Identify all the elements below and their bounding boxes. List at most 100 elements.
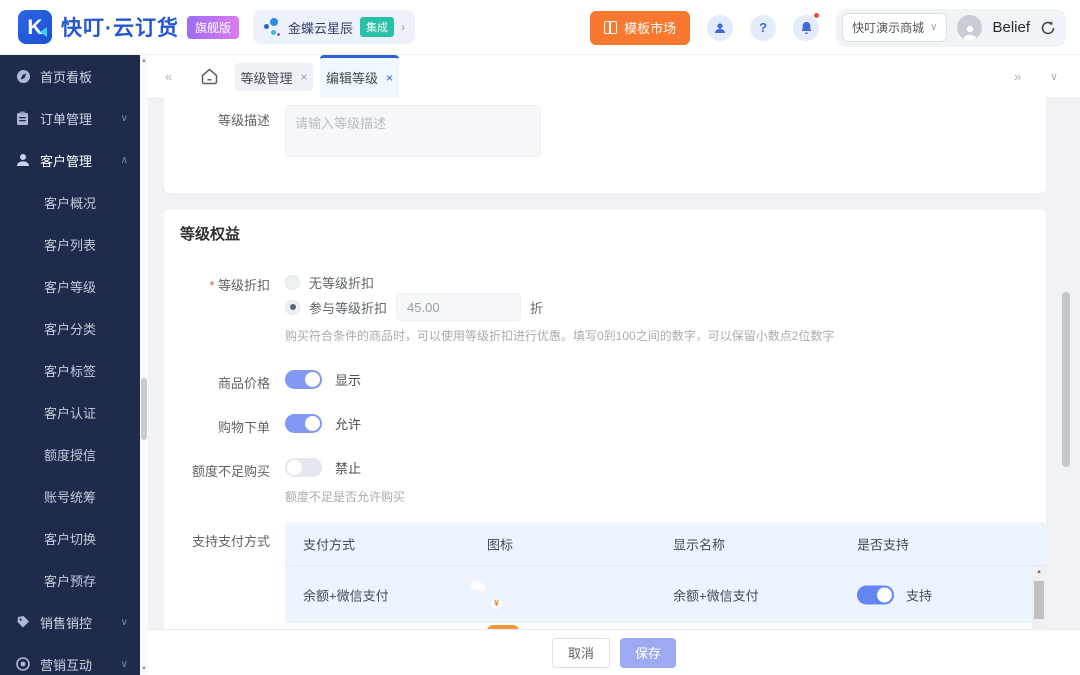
sidebar-subitem-account-planning[interactable]: 账号统筹 (0, 475, 140, 517)
tab-level-management[interactable]: 等级管理 × (235, 63, 313, 91)
integration-status-badge: 集成 (360, 17, 395, 37)
credit-state: 禁止 (335, 461, 362, 476)
app-title: 快叮·云订货 (61, 17, 179, 40)
discount-help-text: 购买符合条件的商品时，可以使用等级折扣进行优惠。填写0到100之间的数字，可以保… (285, 329, 835, 343)
price-toggle[interactable] (285, 370, 322, 389)
sidebar-subitem-customer-overview[interactable]: 客户概况 (0, 181, 140, 223)
sidebar-subitem-customer-auth[interactable]: 客户认证 (0, 391, 140, 433)
notification-dot (813, 11, 821, 19)
price-state: 显示 (335, 373, 362, 388)
payment-display-name: 余额+微信支付 (673, 588, 759, 603)
description-label: 等级描述 (217, 113, 270, 128)
contact-button[interactable] (707, 14, 734, 41)
tab-edit-level[interactable]: 编辑等级 × (320, 55, 399, 97)
tab-label: 等级管理 (240, 70, 293, 86)
close-icon[interactable]: × (386, 71, 393, 85)
sidebar-item-label: 订单管理 (40, 111, 93, 127)
price-label: 商品价格 (217, 376, 270, 391)
kingdee-dots-icon (263, 17, 281, 37)
close-icon[interactable]: × (301, 70, 308, 84)
sidebar-subitem-credit-line[interactable]: 额度授信 (0, 433, 140, 475)
credit-toggle[interactable] (285, 458, 322, 477)
column-header: 是否支持 (857, 537, 910, 552)
tab-label: 编辑等级 (325, 71, 378, 86)
save-button[interactable]: 保存 (620, 637, 677, 668)
payment-table-row: 余额+微信支付 ¥ 余额+微信支付 支持 (285, 566, 1046, 623)
tabs-menu-icon[interactable]: ∨ (1050, 55, 1058, 97)
sidebar-item-dashboard[interactable]: 首页看板 (0, 55, 140, 97)
notification-button[interactable] (793, 11, 821, 41)
sidebar-subitem-label: 客户概况 (44, 195, 97, 211)
sales-icon (16, 615, 31, 629)
help-button[interactable]: ? (750, 14, 777, 41)
customers-icon (16, 153, 31, 167)
payment-support-toggle[interactable] (857, 585, 894, 604)
payment-table-scrollbar-thumb[interactable] (1034, 581, 1044, 619)
shop-selector[interactable]: 快叮演示商城 ∨ (842, 13, 948, 42)
template-grid-icon (604, 21, 618, 34)
radio-with-discount[interactable]: 参与等级折扣 折 (285, 293, 543, 321)
home-icon[interactable] (200, 55, 219, 97)
column-header: 支付方式 (303, 537, 356, 552)
sidebar-item-label: 客户管理 (40, 153, 93, 169)
tab-bar: « 等级管理 × 编辑等级 × » ∨ (148, 55, 1080, 97)
radio-selected-icon (285, 299, 300, 315)
sidebar-item-label: 营销互动 (40, 657, 93, 673)
edition-badge: 旗舰版 (187, 15, 240, 39)
sidebar-subitem-customer-switch[interactable]: 客户切换 (0, 517, 140, 559)
sidebar-item-orders[interactable]: 订单管理 ∨ (0, 97, 140, 139)
sidebar-scrollbar-thumb[interactable] (141, 378, 147, 440)
payment-method: 余额+微信支付 (303, 588, 389, 603)
radio-icon (285, 275, 300, 290)
app-window: K 快叮·云订货 旗舰版 金蝶云星辰 集成 › 模板市场 ? 快叮演示商城 ∨ … (0, 0, 1080, 675)
main-scrollbar-thumb[interactable] (1062, 292, 1070, 467)
sidebar-subitem-customer-category[interactable]: 客户分类 (0, 307, 140, 349)
sidebar-subitem-customer-list[interactable]: 客户列表 (0, 223, 140, 265)
scroll-up-icon[interactable]: ▲ (1032, 569, 1046, 575)
sidebar-scrollbar[interactable]: ▲ ▼ (140, 55, 148, 675)
sidebar-subitem-label: 客户分类 (44, 321, 97, 337)
sidebar-subitem-label: 账号统筹 (44, 489, 97, 505)
sidebar-item-marketing[interactable]: 营销互动 ∨ (0, 643, 140, 675)
main-content: 等级描述 等级权益 等级折扣 无等级折扣 参与等级折扣 折 购买符合条件 (148, 97, 1080, 675)
discount-unit: 折 (530, 300, 544, 316)
tabs-scroll-left-icon[interactable]: « (165, 55, 172, 97)
marketing-icon (16, 657, 31, 671)
payment-support-state: 支持 (906, 588, 933, 603)
sidebar-subitem-customer-prestore[interactable]: 客户预存 (0, 559, 140, 601)
sidebar-subitem-label: 客户认证 (44, 405, 97, 421)
chevron-down-icon: ∨ (120, 112, 128, 124)
scroll-down-icon[interactable]: ▼ (140, 666, 148, 672)
cancel-button[interactable]: 取消 (551, 637, 610, 668)
template-market-button[interactable]: 模板市场 (590, 10, 691, 45)
orders-icon (16, 111, 31, 126)
scroll-up-icon[interactable]: ▲ (140, 58, 148, 64)
tabs-scroll-right-icon[interactable]: » (1014, 55, 1021, 97)
integration-pill[interactable]: 金蝶云星辰 集成 › (253, 10, 416, 44)
sidebar-nav: 首页看板 订单管理 ∨ 客户管理 ∧ 客户概况 客户列表 客户等级 客户分类 客… (0, 55, 140, 675)
sidebar-item-sales-control[interactable]: 销售销控 ∨ (0, 601, 140, 643)
workspace: « 等级管理 × 编辑等级 × » ∨ 等级描述 等级 (148, 55, 1080, 675)
radio-label: 参与等级折扣 (309, 300, 388, 316)
shop-selector-label: 快叮演示商城 (852, 21, 925, 35)
sidebar-subitem-label: 客户列表 (44, 237, 97, 253)
bell-icon (801, 21, 812, 34)
sidebar-subitem-customer-tags[interactable]: 客户标签 (0, 349, 140, 391)
dashboard-icon (16, 69, 31, 84)
sidebar-subitem-label: 客户标签 (44, 363, 97, 379)
sidebar-item-label: 销售销控 (40, 615, 93, 631)
template-market-label: 模板市场 (624, 21, 677, 36)
refresh-icon[interactable] (1040, 20, 1056, 36)
discount-value-input[interactable] (396, 293, 522, 321)
radio-no-discount[interactable]: 无等级折扣 (285, 273, 374, 292)
avatar[interactable] (957, 15, 983, 40)
description-textarea[interactable] (285, 105, 541, 157)
order-toggle[interactable] (285, 414, 322, 433)
user-group: 快叮演示商城 ∨ Belief (836, 8, 1066, 47)
level-description-card: 等级描述 (164, 97, 1046, 193)
sidebar-subitem-label: 客户预存 (44, 573, 97, 589)
contact-icon (715, 22, 726, 33)
sidebar-item-customers[interactable]: 客户管理 ∧ (0, 139, 140, 181)
discount-label: 等级折扣 (164, 275, 270, 294)
sidebar-subitem-customer-level[interactable]: 客户等级 (0, 265, 140, 307)
